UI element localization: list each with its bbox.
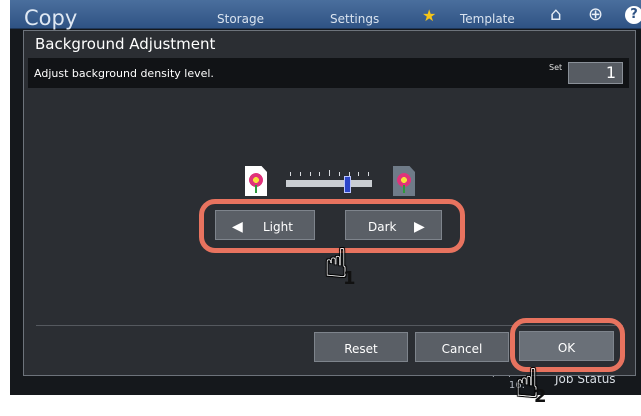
density-tick	[319, 172, 321, 176]
density-tick	[329, 170, 330, 176]
star-icon: ★	[422, 6, 437, 25]
set-count-field[interactable]: 1	[568, 62, 623, 84]
app-title: Copy	[24, 6, 78, 30]
info-text: Adjust background density level.	[34, 67, 214, 80]
density-slider-thumb[interactable]	[344, 176, 351, 193]
step-2-marker: 2	[534, 386, 547, 407]
info-bar: Adjust background density level. Set 1	[28, 58, 629, 88]
top-bar: Copy Storage Settings ★ Template ⌂ ⊕ ?	[10, 0, 641, 30]
help-icon[interactable]: ?	[625, 6, 641, 24]
cancel-button[interactable]: Cancel	[415, 332, 509, 362]
density-tick	[299, 172, 301, 176]
tab-storage[interactable]: Storage	[217, 12, 264, 26]
reset-button[interactable]: Reset	[314, 332, 408, 362]
dark-image-icon	[393, 166, 415, 196]
density-tick	[358, 172, 360, 176]
tab-settings[interactable]: Settings	[330, 12, 379, 26]
light-image-icon	[245, 166, 267, 196]
density-tick	[368, 172, 369, 176]
home-icon[interactable]: ⌂	[550, 5, 561, 25]
step-1-marker: 1	[343, 268, 356, 289]
tab-template[interactable]: Template	[460, 12, 515, 26]
globe-icon[interactable]: ⊕	[588, 5, 603, 25]
set-label: Set	[549, 63, 563, 72]
density-tick	[338, 172, 340, 176]
density-slider-track	[286, 180, 372, 187]
density-tick	[309, 172, 311, 176]
dialog-title: Background Adjustment	[35, 35, 216, 53]
density-tick	[290, 172, 291, 176]
